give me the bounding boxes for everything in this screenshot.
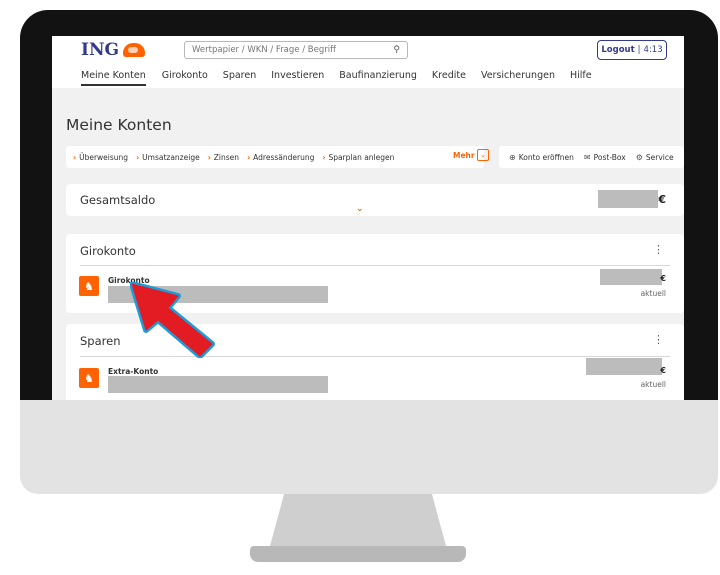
chevron-right-icon: › — [247, 152, 251, 162]
lion-logo-icon — [123, 43, 146, 57]
mail-icon: ✉ — [583, 152, 591, 162]
currency-symbol: € — [660, 366, 666, 375]
logo-text: ING — [81, 40, 120, 60]
chevron-right-icon: › — [73, 152, 77, 162]
chevron-right-icon: › — [322, 152, 326, 162]
nav-item-investieren[interactable]: Investieren — [271, 70, 324, 86]
monitor-stand-foot — [250, 546, 466, 562]
cursor-arrow-icon — [130, 282, 215, 358]
gesamtsaldo-label: Gesamtsaldo — [80, 193, 156, 207]
currency-symbol: € — [660, 274, 666, 283]
quicklink-sparplan[interactable]: Sparplan anlegen — [328, 153, 394, 162]
lion-logo-icon: ♞ — [79, 368, 99, 388]
quicklink-zinsen[interactable]: Zinsen — [214, 153, 239, 162]
nav-item-sparen[interactable]: Sparen — [223, 70, 256, 86]
kebab-menu-icon[interactable]: ⋮ — [653, 333, 664, 346]
chevron-right-icon: › — [207, 152, 211, 162]
logout-button[interactable]: Logout | 4:13 — [597, 40, 667, 60]
quicklinks-bar: › Überweisung › Umsatzanzeige › Zinsen ›… — [66, 146, 489, 168]
nav-item-baufinanzierung[interactable]: Baufinanzierung — [339, 70, 417, 86]
quicklink-umsatzanzeige[interactable]: Umsatzanzeige — [142, 153, 200, 162]
search-box[interactable]: ⚲ — [184, 41, 408, 59]
quicklink-adressaenderung[interactable]: Adressänderung — [253, 153, 314, 162]
redacted-balance — [598, 190, 658, 208]
gesamtsaldo-card[interactable]: Gesamtsaldo € — [66, 184, 684, 216]
nav-item-versicherungen[interactable]: Versicherungen — [481, 70, 555, 86]
redacted-balance — [600, 269, 662, 285]
ing-logo[interactable]: ING — [81, 40, 146, 60]
more-button[interactable]: Mehr — [453, 151, 475, 160]
session-timer: 4:13 — [643, 45, 663, 55]
main-nav: Meine Konten Girokonto Sparen Investiere… — [81, 70, 607, 86]
search-icon[interactable]: ⚲ — [393, 45, 400, 55]
link-konto-eroeffnen[interactable]: Konto eröffnen — [519, 153, 574, 162]
balance-status: aktuell — [640, 380, 666, 389]
quicklink-ueberweisung[interactable]: Überweisung — [79, 153, 128, 162]
plus-circle-icon: ⊕ — [509, 152, 516, 162]
account-name[interactable]: Extra-Konto — [108, 367, 158, 376]
link-post-box[interactable]: Post-Box — [594, 153, 626, 162]
monitor-stand-neck — [270, 494, 446, 546]
expand-chevron-icon[interactable]: ⌄ — [356, 204, 364, 214]
chevron-down-icon[interactable]: ⌄ — [477, 149, 489, 161]
nav-item-kredite[interactable]: Kredite — [432, 70, 466, 86]
chevron-right-icon: › — [136, 152, 140, 162]
nav-item-meine-konten[interactable]: Meine Konten — [81, 70, 146, 86]
card-divider — [80, 265, 670, 266]
gear-icon: ⚙ — [635, 152, 643, 162]
redacted-iban — [108, 376, 328, 393]
monitor-chin — [20, 400, 718, 494]
nav-item-girokonto[interactable]: Girokonto — [162, 70, 208, 86]
kebab-menu-icon[interactable]: ⋮ — [653, 243, 664, 256]
currency-symbol: € — [658, 193, 666, 206]
top-bar: ING ⚲ Logout | 4:13 Meine Konten Girokon… — [52, 36, 684, 88]
sparen-heading: Sparen — [80, 334, 121, 348]
search-input[interactable] — [185, 45, 389, 55]
redacted-balance — [586, 358, 662, 375]
nav-item-hilfe[interactable]: Hilfe — [570, 70, 592, 86]
lion-logo-icon: ♞ — [79, 276, 99, 296]
logout-separator: | — [637, 45, 641, 55]
page-title: Meine Konten — [66, 116, 172, 134]
logout-label: Logout — [601, 45, 635, 55]
link-service[interactable]: Service — [646, 153, 674, 162]
service-bar: ⊕ Konto eröffnen ✉ Post-Box ⚙ Service — [499, 146, 684, 168]
balance-status: aktuell — [640, 289, 666, 298]
girokonto-heading: Girokonto — [80, 244, 136, 258]
